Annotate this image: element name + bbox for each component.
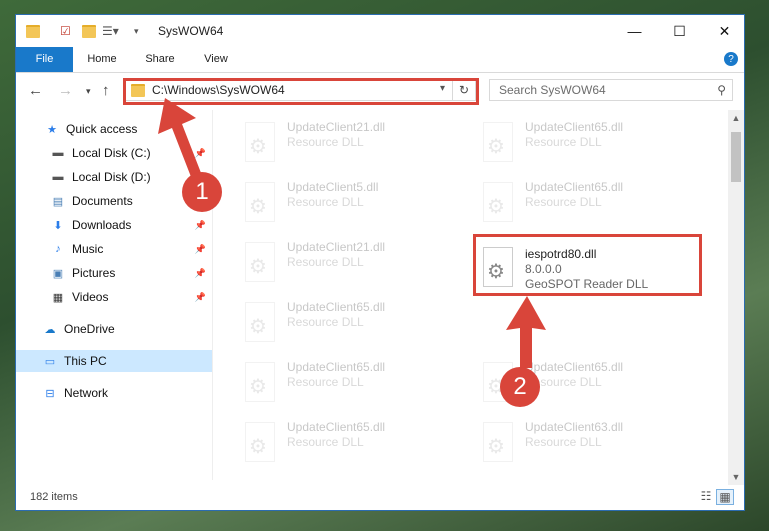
arrow-up-right bbox=[506, 296, 546, 368]
step-badge-one: 1 bbox=[182, 172, 222, 212]
arrow-up-left bbox=[158, 98, 203, 182]
step-badge-two: 2 bbox=[500, 367, 540, 407]
annotation-arrows bbox=[158, 98, 546, 368]
